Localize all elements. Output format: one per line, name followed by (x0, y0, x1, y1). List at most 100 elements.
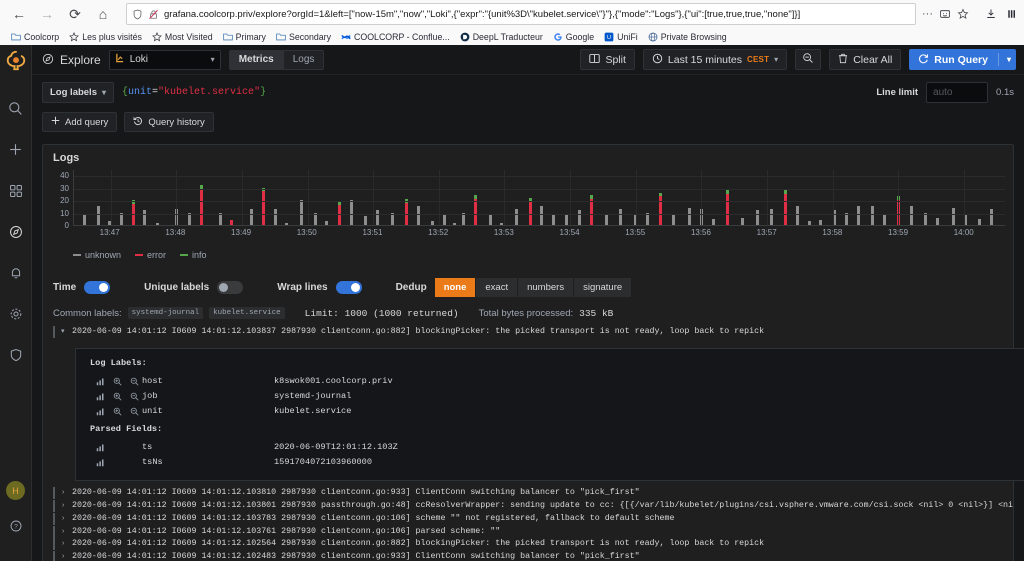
bookmark-item[interactable]: Most Visited (147, 31, 218, 43)
bar-segment-info (473, 195, 477, 199)
dedup-option-signature[interactable]: signature (574, 278, 633, 297)
bar-chart-icon[interactable] (96, 377, 105, 386)
bar-chart-icon[interactable] (96, 407, 105, 416)
expand-caret-icon[interactable]: › (61, 500, 68, 512)
bar-segment-unknown (443, 215, 447, 225)
forward-arrow-icon[interactable]: → (34, 3, 60, 25)
legend-item[interactable]: unknown (73, 250, 121, 260)
chevron-down-icon[interactable]: ▾ (1007, 55, 1011, 64)
log-row[interactable]: › 2020-06-09 14:01:12 I0609 14:01:12.1037… (53, 512, 1013, 525)
svg-text:U: U (607, 35, 611, 41)
unique-labels-toggle[interactable] (217, 281, 244, 294)
url-bar[interactable]: grafana.coolcorp.priv/explore?orgId=1&le… (126, 3, 916, 25)
sidebar-item-configuration[interactable] (0, 300, 32, 332)
wrap-lines-toggle[interactable] (335, 281, 362, 294)
home-icon[interactable]: ⌂ (90, 3, 116, 25)
datasource-picker[interactable]: Loki ▾ (108, 49, 221, 70)
logs-panel-title: Logs (53, 152, 80, 164)
query-expression-input[interactable]: {unit = "kubelet.service"} (114, 82, 876, 103)
zoom-out-icon[interactable] (130, 377, 139, 386)
star-icon[interactable] (957, 8, 969, 20)
tab-metrics[interactable]: Metrics (228, 49, 284, 70)
trash-icon (838, 53, 848, 67)
expand-caret-icon[interactable]: › (61, 551, 68, 561)
bookmark-item[interactable]: Coolcorp (6, 31, 64, 43)
common-label-chip[interactable]: systemd-journal (127, 307, 204, 319)
library-icon[interactable] (1006, 8, 1018, 20)
bookmark-item[interactable]: Les plus visités (64, 31, 147, 43)
zoom-out-icon[interactable] (130, 392, 139, 401)
histogram-bar (605, 213, 609, 225)
bookmark-item[interactable]: COOLCORP - Conflue... (336, 31, 455, 43)
common-label-chip[interactable]: kubelet.service (209, 307, 285, 319)
zoom-in-icon[interactable] (113, 392, 122, 401)
histogram-bar (261, 187, 265, 225)
compass-icon (42, 53, 54, 67)
log-level-bar (53, 512, 55, 525)
log-row-expanded[interactable]: ▾ 2020-06-09 14:01:12 I0609 14:01:12.103… (53, 326, 1013, 339)
bookmark-item[interactable]: Private Browsing (643, 31, 732, 43)
zoom-in-icon[interactable] (113, 377, 122, 386)
bar-chart-icon[interactable] (96, 443, 105, 452)
clear-all-button[interactable]: Clear All (829, 49, 902, 70)
bar-chart-icon[interactable] (96, 458, 105, 467)
sidebar-item-alerting[interactable] (0, 259, 32, 291)
bar-chart-icon[interactable] (96, 392, 105, 401)
query-history-button[interactable]: Query history (124, 112, 214, 132)
bookmark-item[interactable]: U UniFi (599, 31, 643, 43)
log-row[interactable]: › 2020-06-09 14:01:12 I0609 14:01:12.1037… (53, 525, 1013, 538)
sidebar-item-dashboards[interactable] (0, 177, 32, 209)
zoom-in-icon[interactable] (113, 407, 122, 416)
log-row[interactable]: › 2020-06-09 14:01:12 I0609 14:01:12.1025… (53, 538, 1013, 551)
bookmark-item[interactable]: Secondary (271, 31, 336, 43)
tab-logs[interactable]: Logs (283, 49, 325, 70)
bar-segment-unknown (711, 218, 715, 225)
reload-icon[interactable]: ⟳ (62, 3, 88, 25)
split-button[interactable]: Split (580, 49, 635, 70)
sidebar-item-server-admin[interactable] (0, 341, 32, 373)
bar-segment-unknown (376, 210, 380, 225)
ellipsis-icon[interactable]: ··· (922, 8, 933, 20)
grafana-logo-icon[interactable] (0, 45, 32, 77)
histogram-bar (795, 206, 799, 225)
avatar[interactable]: H (6, 481, 25, 500)
sidebar-item-explore[interactable] (0, 218, 32, 250)
x-axis-tick: 13:56 (690, 228, 711, 237)
run-query-button[interactable]: Run Query ▾ (909, 49, 1016, 70)
gridline-vertical (504, 170, 506, 225)
expand-caret-icon[interactable]: › (61, 487, 68, 499)
dedup-option-exact[interactable]: exact (476, 278, 519, 297)
bookmark-item[interactable]: DeepL Traducteur (455, 31, 548, 43)
sidebar-item-help[interactable]: ? (0, 512, 32, 544)
time-toggle[interactable] (84, 281, 111, 294)
shield-icon[interactable] (132, 9, 143, 20)
time-range-picker[interactable]: Last 15 minutes CEST ▾ (642, 49, 788, 70)
expand-caret-icon[interactable]: › (61, 513, 68, 525)
bookmark-item[interactable]: Google (548, 31, 599, 43)
log-labels-button[interactable]: Log labels ▾ (42, 82, 114, 103)
reader-mode-icon[interactable] (939, 8, 951, 20)
back-arrow-icon[interactable]: ← (6, 3, 32, 25)
legend-item[interactable]: error (135, 250, 166, 260)
log-row[interactable]: › 2020-06-09 14:01:12 I0609 14:01:12.1038… (53, 499, 1013, 513)
expand-caret-icon[interactable]: › (61, 538, 68, 550)
log-row[interactable]: › 2020-06-09 14:01:12 I0609 14:01:12.1024… (53, 551, 1013, 561)
histogram-bar (687, 207, 691, 225)
expand-caret-icon[interactable]: ▾ (61, 326, 68, 338)
bookmark-item[interactable]: Primary (218, 31, 271, 43)
zoom-out-button[interactable] (795, 49, 822, 70)
downloads-icon[interactable] (985, 8, 997, 20)
dedup-option-numbers[interactable]: numbers (518, 278, 575, 297)
sidebar-item-search[interactable] (0, 95, 32, 127)
add-query-button[interactable]: Add query (42, 112, 118, 132)
zoom-out-icon[interactable] (130, 407, 139, 416)
logs-histogram[interactable]: 0 10 20 30 40 13:47 13:48 13:49 13:50 13:51 13:52… (49, 170, 1005, 248)
dedup-option-none[interactable]: none (434, 278, 477, 297)
expand-caret-icon[interactable]: › (61, 526, 68, 538)
log-row[interactable]: › 2020-06-09 14:01:12 I0609 14:01:12.1038… (53, 487, 1013, 500)
sidebar-item-create[interactable] (0, 136, 32, 168)
broken-lock-icon[interactable] (148, 9, 159, 20)
legend-item[interactable]: info (180, 250, 207, 260)
bookmark-label: Secondary (288, 31, 332, 42)
line-limit-input[interactable]: auto (926, 82, 989, 103)
